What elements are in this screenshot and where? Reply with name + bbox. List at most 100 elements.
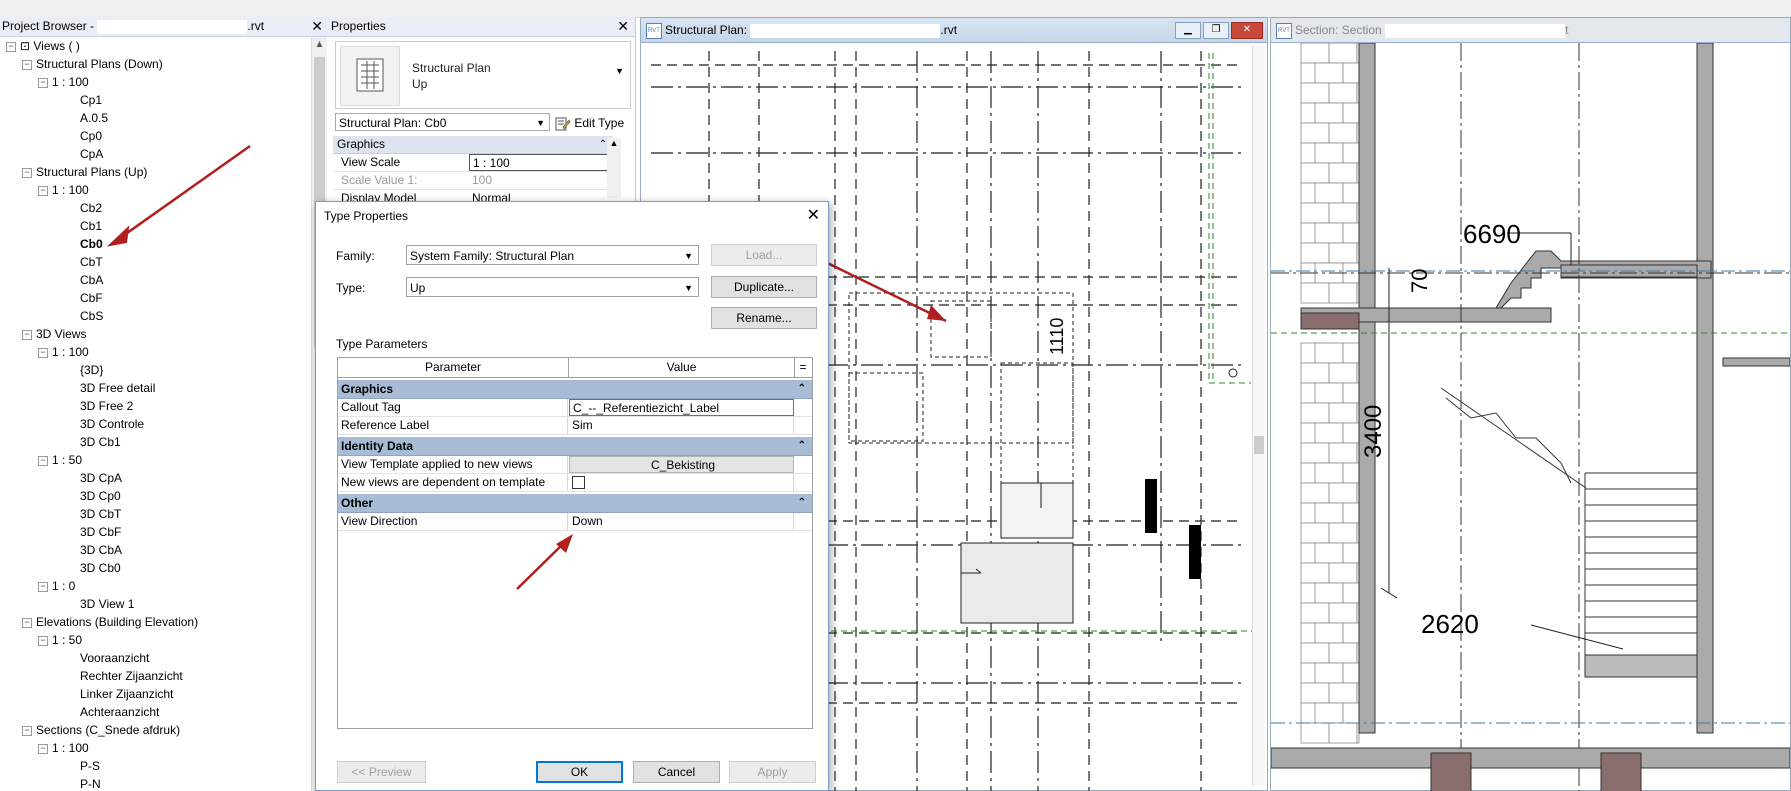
parameter-group-header[interactable]: Graphics ⌃ — [338, 380, 812, 399]
tree-item[interactable]: −1 : 100 — [0, 73, 310, 91]
close-icon[interactable]: ✕ — [311, 17, 323, 36]
tree-item[interactable]: 3D Cb1 — [0, 433, 310, 451]
tree-item[interactable]: {3D} — [0, 361, 310, 379]
tree-item[interactable]: − Structural Plans (Down) — [0, 55, 310, 73]
restore-icon[interactable]: ❐ — [1203, 22, 1229, 39]
section-drawing-canvas[interactable]: 6690 70 3400 2620 — [1271, 43, 1790, 791]
tree-item[interactable]: −1 : 50 — [0, 451, 310, 469]
parameter-value[interactable]: Sim — [569, 417, 794, 434]
instance-selector[interactable]: Structural Plan: Cb0 ▼ — [335, 113, 550, 131]
tree-item[interactable]: −1 : 100 — [0, 739, 310, 757]
scroll-up-icon[interactable]: ▲ — [312, 37, 327, 52]
tree-item[interactable]: 3D CbA — [0, 541, 310, 559]
section-view-window[interactable]: RVT Section: Section t 6690 70 3400 2620 — [1270, 17, 1791, 791]
collapse-icon[interactable]: − — [6, 41, 16, 52]
collapse-icon[interactable]: − — [38, 455, 48, 466]
apply-button[interactable]: Apply — [729, 761, 816, 783]
column-header-formula[interactable]: = — [795, 358, 811, 377]
cancel-button[interactable]: Cancel — [633, 761, 720, 783]
chevron-down-icon[interactable]: ▼ — [684, 246, 693, 266]
tree-item[interactable]: CbF — [0, 289, 310, 307]
tree-item[interactable]: P-S — [0, 757, 310, 775]
tree-item[interactable]: −1 : 0 — [0, 577, 310, 595]
collapse-icon[interactable]: − — [22, 59, 32, 70]
tree-item[interactable]: − Structural Plans (Up) — [0, 163, 310, 181]
collapse-icon[interactable]: − — [22, 617, 32, 628]
tree-item[interactable]: CbT — [0, 253, 310, 271]
parameter-group-header[interactable]: Other ⌃ — [338, 494, 812, 513]
parameter-value[interactable]: C_--_Referentiezicht_Label — [569, 399, 794, 416]
tree-item[interactable]: 3D Free 2 — [0, 397, 310, 415]
parameter-group-header[interactable]: Identity Data ⌃ — [338, 437, 812, 456]
collapse-icon[interactable]: − — [38, 347, 48, 358]
tree-item[interactable]: Linker Zijaanzicht — [0, 685, 310, 703]
tree-item[interactable]: − Elevations (Building Elevation) — [0, 613, 310, 631]
tree-item[interactable]: Cb0 — [0, 235, 310, 253]
collapse-icon[interactable]: − — [38, 77, 48, 88]
tree-item[interactable]: 3D CpA — [0, 469, 310, 487]
tree-item[interactable]: Cp0 — [0, 127, 310, 145]
type-select[interactable]: Up ▼ — [406, 277, 699, 297]
tree-item[interactable]: Rechter Zijaanzicht — [0, 667, 310, 685]
minimize-icon[interactable]: ▁ — [1175, 22, 1201, 39]
tree-item[interactable]: CbS — [0, 307, 310, 325]
tree-item[interactable]: 3D Cp0 — [0, 487, 310, 505]
collapse-icon[interactable]: ⌃ — [798, 494, 806, 512]
tree-item[interactable]: − ⊡ Views ( ) — [0, 37, 310, 55]
ok-button[interactable]: OK — [536, 761, 623, 783]
edit-type-button[interactable]: Edit Type — [555, 113, 624, 133]
tree-item[interactable]: 3D CbF — [0, 523, 310, 541]
tree-item[interactable]: −1 : 100 — [0, 181, 310, 199]
tree-item[interactable]: − Sections (C_Snede afdruk) — [0, 721, 310, 739]
tree-item[interactable]: Cb1 — [0, 217, 310, 235]
chevron-down-icon[interactable]: ▼ — [684, 278, 693, 298]
parameter-checkbox-cell[interactable] — [569, 474, 794, 491]
tree-item[interactable]: Vooraanzicht — [0, 649, 310, 667]
collapse-icon[interactable]: − — [22, 725, 32, 736]
tree-item[interactable]: −1 : 100 — [0, 343, 310, 361]
column-header-value[interactable]: Value — [569, 358, 795, 377]
tree-item[interactable]: Cb2 — [0, 199, 310, 217]
tree-item[interactable]: 3D CbT — [0, 505, 310, 523]
tree-item[interactable]: Achteraanzicht — [0, 703, 310, 721]
collapse-icon[interactable]: − — [22, 329, 32, 340]
collapse-icon[interactable]: ⌃ — [798, 437, 806, 455]
collapse-icon[interactable]: − — [38, 743, 48, 754]
tree-item[interactable]: 3D Free detail — [0, 379, 310, 397]
collapse-icon[interactable]: ⌃ — [798, 380, 806, 398]
type-selector[interactable]: Structural Plan Up ▼ — [335, 41, 631, 109]
properties-group-graphics[interactable]: Graphics ⌃ — [333, 136, 613, 154]
parameter-value[interactable]: C_Bekisting — [569, 456, 794, 473]
tree-item[interactable]: CpA — [0, 145, 310, 163]
collapse-icon[interactable]: − — [38, 581, 48, 592]
close-icon[interactable]: ✕ — [1231, 22, 1263, 39]
properties-scrollbar[interactable]: ▲ — [607, 138, 621, 198]
collapse-icon[interactable]: − — [38, 185, 48, 196]
preview-button[interactable]: << Preview — [337, 761, 426, 783]
property-value[interactable]: 1 : 100 — [469, 154, 609, 171]
load-button[interactable]: Load... — [711, 244, 817, 266]
parameter-value[interactable]: Down — [569, 513, 794, 530]
tree-item[interactable]: −1 : 50 — [0, 631, 310, 649]
tree-item[interactable]: CbA — [0, 271, 310, 289]
chevron-down-icon[interactable]: ▼ — [536, 114, 545, 132]
tree-item[interactable]: 3D Controle — [0, 415, 310, 433]
chevron-down-icon[interactable]: ▼ — [615, 66, 624, 76]
collapse-icon[interactable]: − — [22, 167, 32, 178]
family-select[interactable]: System Family: Structural Plan ▼ — [406, 245, 699, 265]
checkbox[interactable] — [572, 476, 585, 489]
close-icon[interactable]: ✕ — [807, 202, 820, 230]
tree-item[interactable]: P-N — [0, 775, 310, 791]
tree-item[interactable]: A.0.5 — [0, 109, 310, 127]
close-icon[interactable]: ✕ — [617, 17, 629, 36]
tree-item[interactable]: −3D Views — [0, 325, 310, 343]
tree-item[interactable]: Cp1 — [0, 91, 310, 109]
collapse-icon[interactable]: ⌃ — [599, 136, 607, 153]
rename-button[interactable]: Rename... — [711, 307, 817, 329]
tree-item[interactable]: 3D View 1 — [0, 595, 310, 613]
tree-item[interactable]: 3D Cb0 — [0, 559, 310, 577]
column-header-parameter[interactable]: Parameter — [338, 358, 569, 377]
view-scrollbar[interactable] — [1252, 46, 1265, 786]
duplicate-button[interactable]: Duplicate... — [711, 276, 817, 298]
collapse-icon[interactable]: − — [38, 635, 48, 646]
